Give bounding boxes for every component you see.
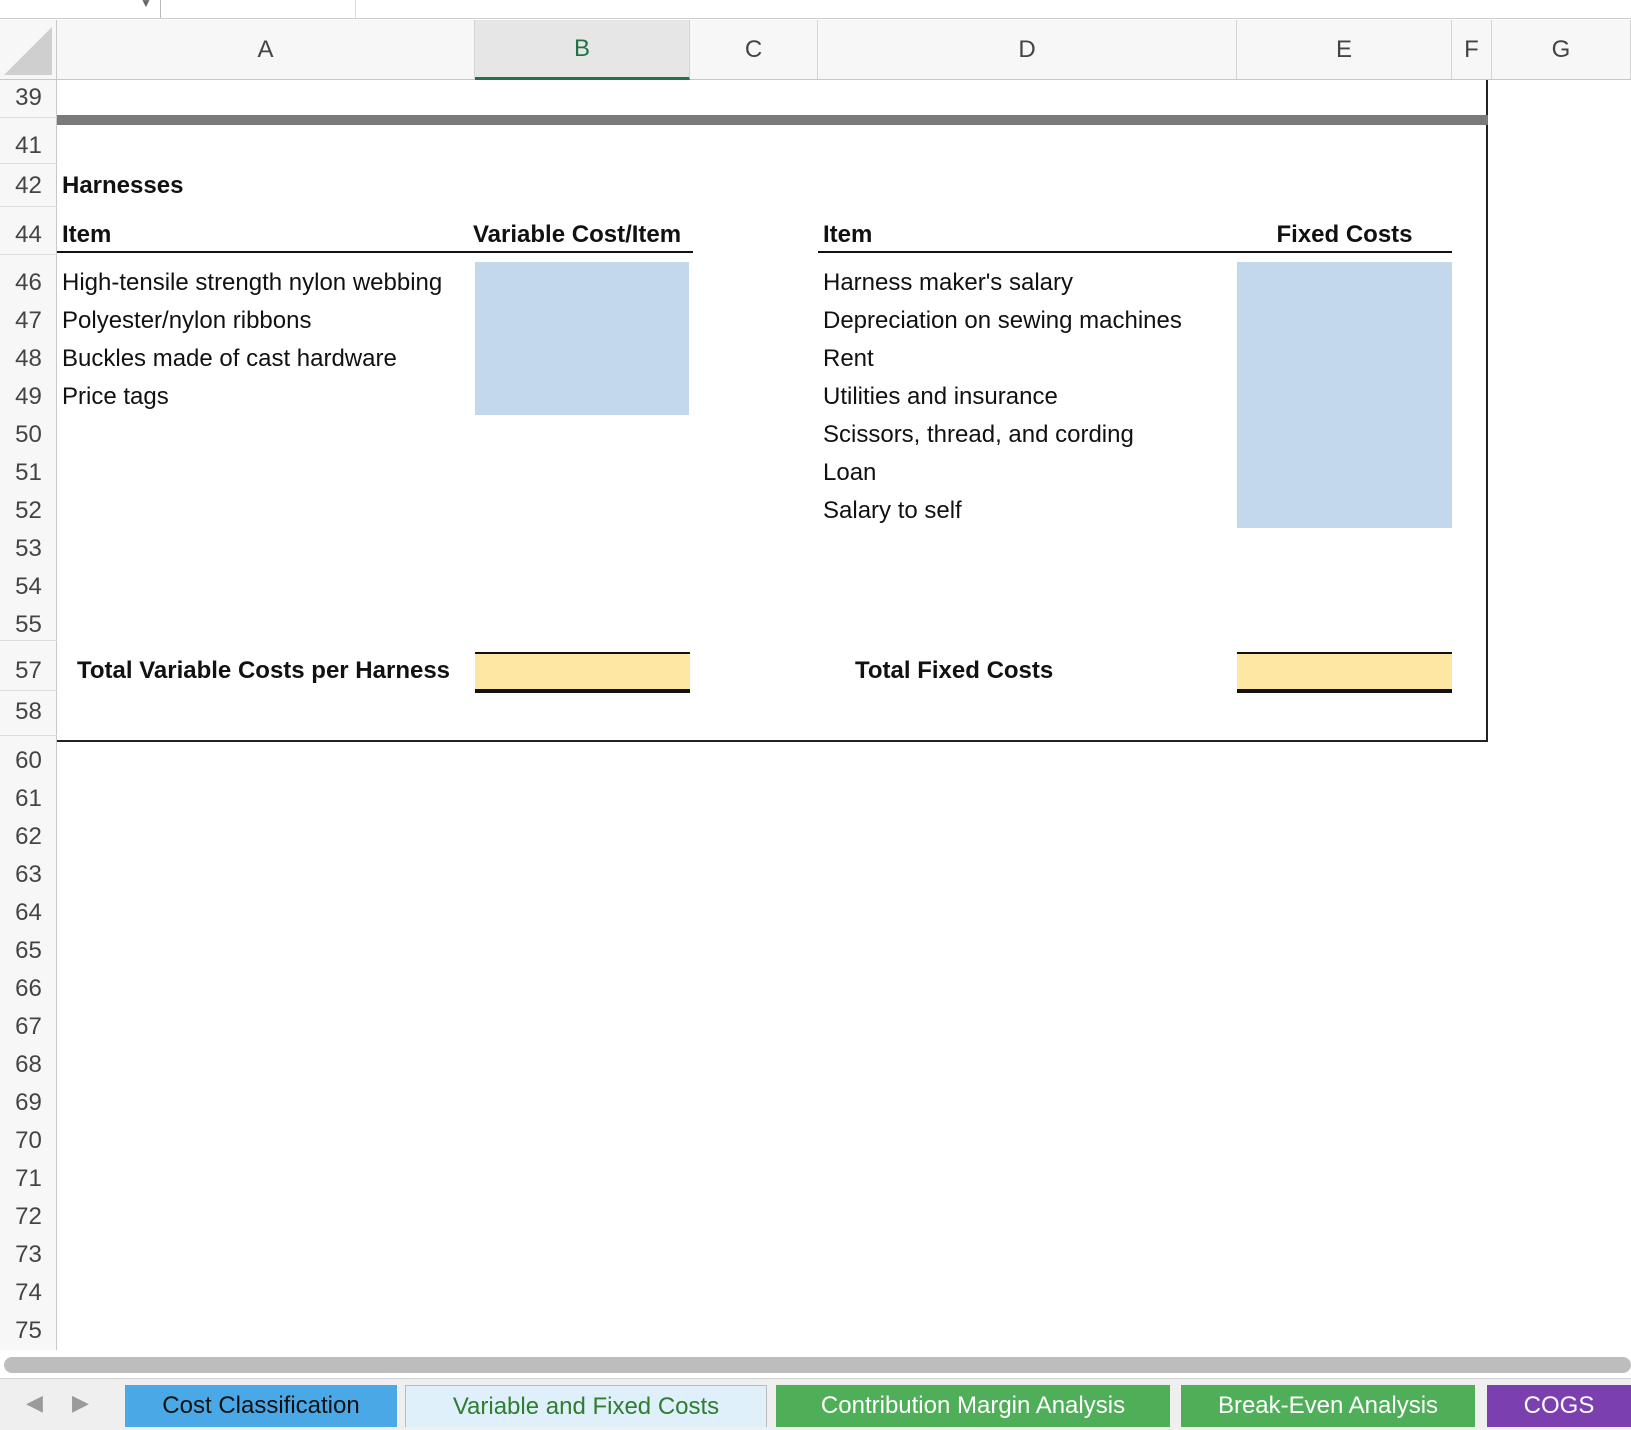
row-header-73[interactable]: 73	[0, 1240, 57, 1270]
formula-input[interactable]	[165, 0, 356, 18]
fixed-item-3[interactable]: Rent	[823, 344, 874, 374]
row-header-72[interactable]: 72	[0, 1202, 57, 1232]
row-header-58[interactable]: 58	[0, 697, 57, 727]
variable-item-2[interactable]: Polyester/nylon ribbons	[62, 306, 311, 336]
row-header-70[interactable]: 70	[0, 1126, 57, 1156]
select-all-triangle-icon	[4, 27, 52, 75]
row-divider	[0, 735, 57, 736]
variable-item-4[interactable]: Price tags	[62, 382, 169, 412]
variable-header-underline	[57, 251, 693, 253]
total-variable-cell[interactable]	[475, 652, 690, 693]
name-box[interactable]	[0, 0, 161, 18]
column-header-b[interactable]: B	[475, 20, 690, 80]
fixed-item-7[interactable]: Salary to self	[823, 496, 962, 526]
column-header-a[interactable]: A	[57, 20, 475, 80]
tab-break-even-analysis[interactable]: Break-Even Analysis	[1181, 1385, 1475, 1427]
row-header-64[interactable]: 64	[0, 898, 57, 928]
fixed-item-4[interactable]: Utilities and insurance	[823, 382, 1058, 412]
total-fixed-cell[interactable]	[1237, 652, 1452, 693]
row-header-62[interactable]: 62	[0, 822, 57, 852]
row-header-75[interactable]: 75	[0, 1316, 57, 1346]
row-header-49[interactable]: 49	[0, 382, 57, 412]
row-header-51[interactable]: 51	[0, 458, 57, 488]
row-header-47[interactable]: 47	[0, 306, 57, 336]
column-header-g[interactable]: G	[1492, 20, 1631, 80]
row-header-48[interactable]: 48	[0, 344, 57, 374]
row-header-74[interactable]: 74	[0, 1278, 57, 1308]
column-header-f[interactable]: F	[1452, 20, 1492, 80]
row-header-54[interactable]: 54	[0, 572, 57, 602]
fixed-item-5[interactable]: Scissors, thread, and cording	[823, 420, 1134, 450]
row-header-60[interactable]: 60	[0, 746, 57, 776]
row-divider	[0, 640, 57, 641]
section-divider-band	[57, 115, 1488, 125]
tab-contribution-margin-analysis[interactable]: Contribution Margin Analysis	[776, 1385, 1170, 1427]
row-header-67[interactable]: 67	[0, 1012, 57, 1042]
row-header-46[interactable]: 46	[0, 268, 57, 298]
row-header-57[interactable]: 57	[0, 656, 57, 686]
row-header-53[interactable]: 53	[0, 534, 57, 564]
variable-item-header[interactable]: Item	[62, 220, 111, 250]
row-header-44[interactable]: 44	[0, 220, 57, 250]
row-header-66[interactable]: 66	[0, 974, 57, 1004]
row-header-69[interactable]: 69	[0, 1088, 57, 1118]
fixed-header-underline	[818, 251, 1452, 253]
scroll-tabs-right-icon[interactable]: ▶	[72, 1390, 89, 1416]
row-header-65[interactable]: 65	[0, 936, 57, 966]
variable-cost-input-cells[interactable]	[475, 262, 689, 415]
row-divider	[0, 163, 57, 164]
fixed-cost-input-cells[interactable]	[1237, 262, 1452, 528]
row-header-61[interactable]: 61	[0, 784, 57, 814]
formula-bar: ▼	[0, 0, 1631, 19]
row-header-63[interactable]: 63	[0, 860, 57, 890]
horizontal-scrollbar[interactable]	[4, 1357, 1631, 1373]
fixed-item-6[interactable]: Loan	[823, 458, 876, 488]
row-header-41[interactable]: 41	[0, 131, 57, 161]
fixed-item-1[interactable]: Harness maker's salary	[823, 268, 1073, 298]
tab-cost-classification[interactable]: Cost Classification	[125, 1385, 397, 1427]
tab-variable-and-fixed-costs[interactable]: Variable and Fixed Costs	[405, 1385, 767, 1427]
name-box-dropdown-icon[interactable]: ▼	[140, 0, 152, 10]
total-variable-label[interactable]: Total Variable Costs per Harness	[77, 656, 450, 686]
variable-cost-header[interactable]: Variable Cost/Item	[473, 220, 693, 250]
row-divider	[0, 254, 57, 255]
row-header-39[interactable]: 39	[0, 83, 57, 113]
fixed-item-2[interactable]: Depreciation on sewing machines	[823, 306, 1182, 336]
row-divider	[0, 206, 57, 207]
tab-cogs[interactable]: COGS	[1487, 1385, 1631, 1427]
row-header-50[interactable]: 50	[0, 420, 57, 450]
variable-item-3[interactable]: Buckles made of cast hardware	[62, 344, 397, 374]
row-header-71[interactable]: 71	[0, 1164, 57, 1194]
column-header-d[interactable]: D	[818, 20, 1237, 80]
variable-item-1[interactable]: High-tensile strength nylon webbing	[62, 268, 442, 298]
total-fixed-label[interactable]: Total Fixed Costs	[855, 656, 1053, 686]
select-all-corner[interactable]	[0, 20, 57, 80]
row-header-55[interactable]: 55	[0, 610, 57, 640]
column-header-c[interactable]: C	[690, 20, 818, 80]
row-divider	[0, 690, 57, 691]
section-title[interactable]: Harnesses	[62, 171, 183, 201]
fixed-cost-header[interactable]: Fixed Costs	[1237, 220, 1452, 250]
row-divider	[0, 117, 57, 118]
row-header-68[interactable]: 68	[0, 1050, 57, 1080]
row-header-52[interactable]: 52	[0, 496, 57, 526]
scroll-tabs-left-icon[interactable]: ◀	[26, 1390, 43, 1416]
row-header-42[interactable]: 42	[0, 171, 57, 201]
column-header-e[interactable]: E	[1237, 20, 1452, 80]
fixed-item-header[interactable]: Item	[823, 220, 872, 250]
